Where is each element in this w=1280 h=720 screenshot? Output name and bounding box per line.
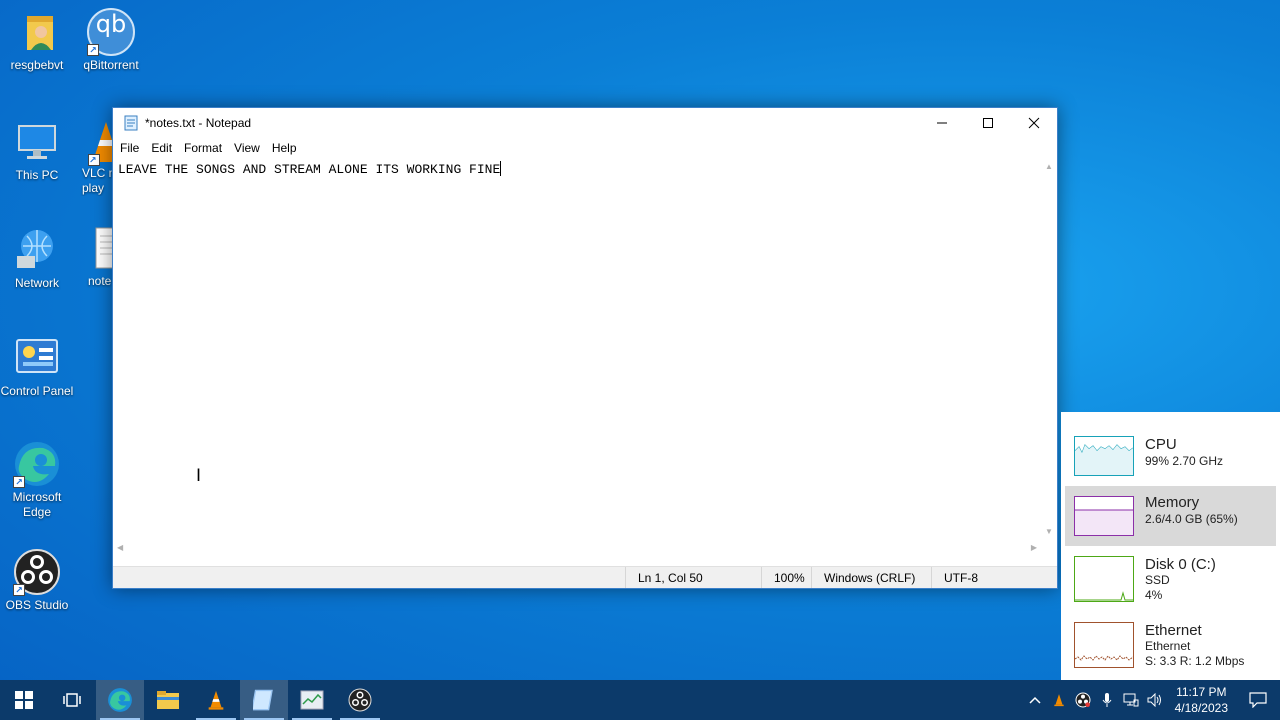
notepad-window: *notes.txt - Notepad File Edit Format Vi… xyxy=(112,107,1058,589)
microphone-icon xyxy=(1102,693,1112,707)
notification-icon xyxy=(1249,692,1267,708)
show-hidden-icons-button[interactable] xyxy=(1023,680,1047,720)
chevron-up-icon xyxy=(1029,696,1041,704)
disk-graph xyxy=(1074,556,1134,602)
notepad-icon xyxy=(123,115,139,131)
window-title: *notes.txt - Notepad xyxy=(145,116,252,130)
status-bar: Ln 1, Col 50 100% Windows (CRLF) UTF-8 xyxy=(113,566,1057,588)
vlc-icon: ↗ xyxy=(82,118,114,166)
cpu-graph xyxy=(1074,436,1134,476)
status-cursor-position: Ln 1, Col 50 xyxy=(625,567,761,588)
edge-icon xyxy=(108,688,132,712)
tray-obs[interactable] xyxy=(1071,680,1095,720)
status-encoding: UTF-8 xyxy=(931,567,1041,588)
desktop-icon-user-folder[interactable]: resgbebvt xyxy=(0,8,74,73)
obs-icon xyxy=(1075,692,1091,708)
tray-volume[interactable] xyxy=(1143,680,1167,720)
menu-view[interactable]: View xyxy=(229,139,267,157)
user-folder-icon xyxy=(13,8,61,56)
notepad-icon xyxy=(253,689,273,711)
perf-ethernet[interactable]: Ethernet Ethernet S: 3.3 R: 1.2 Mbps xyxy=(1065,618,1276,678)
text-caret xyxy=(500,161,502,176)
perf-disk[interactable]: Disk 0 (C:) SSD 4% xyxy=(1065,552,1276,612)
edge-icon: ↗ xyxy=(13,440,61,488)
system-tray: 11:17 PM 4/18/2023 xyxy=(1023,680,1280,720)
taskbar-edge[interactable] xyxy=(96,680,144,720)
qbittorrent-icon: qb ↗ xyxy=(87,8,135,56)
scroll-right-icon[interactable]: ▶ xyxy=(1031,543,1037,552)
perf-cpu[interactable]: CPU 99% 2.70 GHz xyxy=(1065,432,1276,492)
scroll-up-icon[interactable]: ▲ xyxy=(1045,162,1053,171)
desktop-icon-this-pc[interactable]: This PC xyxy=(0,118,74,183)
close-icon xyxy=(1028,117,1040,129)
taskbar-obs[interactable] xyxy=(336,680,384,720)
network-icon xyxy=(13,226,61,274)
desktop-icon-qbittorrent[interactable]: qb ↗ qBittorrent xyxy=(74,8,148,73)
horizontal-scrollbar[interactable]: ◀ ▶ xyxy=(113,540,1041,556)
editor-content[interactable]: LEAVE THE SONGS AND STREAM ALONE ITS WOR… xyxy=(118,161,502,177)
maximize-icon xyxy=(983,118,993,128)
desktop-icon-vlc[interactable]: ↗ VLC m play xyxy=(74,118,114,196)
memory-graph xyxy=(1074,496,1134,536)
text-cursor-icon: I xyxy=(196,466,202,486)
vertical-scrollbar[interactable]: ▲ ▼ xyxy=(1041,158,1057,540)
menu-format[interactable]: Format xyxy=(179,139,229,157)
control-panel-icon xyxy=(13,334,61,382)
desktop-icon-network[interactable]: Network xyxy=(0,226,74,291)
taskbar-notepad[interactable] xyxy=(240,680,288,720)
obs-icon: ↗ xyxy=(13,548,61,596)
tray-network[interactable] xyxy=(1119,680,1143,720)
task-view-icon xyxy=(63,693,81,707)
text-editor[interactable]: LEAVE THE SONGS AND STREAM ALONE ITS WOR… xyxy=(113,158,1057,556)
taskbar-file-explorer[interactable] xyxy=(144,680,192,720)
folder-icon xyxy=(157,691,179,709)
network-icon xyxy=(1123,693,1139,707)
vlc-icon xyxy=(208,690,224,710)
status-line-endings: Windows (CRLF) xyxy=(811,567,931,588)
tray-vlc[interactable] xyxy=(1047,680,1071,720)
speaker-icon xyxy=(1147,693,1161,707)
desktop-icon-edge[interactable]: ↗ Microsoft Edge xyxy=(0,440,74,520)
taskbar-vlc[interactable] xyxy=(192,680,240,720)
desktop-icon-control-panel[interactable]: Control Panel xyxy=(0,334,74,399)
obs-icon xyxy=(348,688,372,712)
clock-time: 11:17 PM xyxy=(1176,685,1227,699)
minimize-icon xyxy=(937,122,947,124)
windows-logo-icon xyxy=(15,691,33,709)
menu-edit[interactable]: Edit xyxy=(146,139,179,157)
task-manager-icon xyxy=(300,690,324,710)
shortcut-arrow-icon: ↗ xyxy=(13,476,25,488)
menu-help[interactable]: Help xyxy=(267,139,304,157)
maximize-button[interactable] xyxy=(965,108,1011,138)
menu-bar: File Edit Format View Help xyxy=(113,138,1057,158)
desktop-icon-obs[interactable]: ↗ OBS Studio xyxy=(0,548,74,613)
start-button[interactable] xyxy=(0,680,48,720)
taskbar-clock[interactable]: 11:17 PM 4/18/2023 xyxy=(1167,684,1236,716)
scroll-down-icon[interactable]: ▼ xyxy=(1045,527,1053,536)
task-view-button[interactable] xyxy=(48,680,96,720)
performance-widget: CPU 99% 2.70 GHz Memory 2.6/4.0 GB (65%)… xyxy=(1061,412,1280,680)
close-button[interactable] xyxy=(1011,108,1057,138)
text-file-icon xyxy=(88,226,114,274)
status-zoom: 100% xyxy=(761,567,811,588)
menu-file[interactable]: File xyxy=(115,139,146,157)
clock-date: 4/18/2023 xyxy=(1174,701,1228,715)
desktop-icon-notes[interactable]: note xyxy=(74,226,114,289)
tray-microphone[interactable] xyxy=(1095,680,1119,720)
taskbar: 11:17 PM 4/18/2023 xyxy=(0,680,1280,720)
this-pc-icon xyxy=(13,118,61,166)
action-center-button[interactable] xyxy=(1236,680,1280,720)
scroll-left-icon[interactable]: ◀ xyxy=(117,543,123,552)
minimize-button[interactable] xyxy=(919,108,965,138)
shortcut-arrow-icon: ↗ xyxy=(87,44,99,56)
perf-memory[interactable]: Memory 2.6/4.0 GB (65%) xyxy=(1065,486,1276,546)
ethernet-graph xyxy=(1074,622,1134,668)
shortcut-arrow-icon: ↗ xyxy=(88,154,100,166)
shortcut-arrow-icon: ↗ xyxy=(13,584,25,596)
editor-text-line: LEAVE THE SONGS AND STREAM ALONE ITS WOR… xyxy=(118,162,501,177)
title-bar[interactable]: *notes.txt - Notepad xyxy=(113,108,1057,138)
vlc-icon xyxy=(1053,694,1064,707)
taskbar-task-manager[interactable] xyxy=(288,680,336,720)
